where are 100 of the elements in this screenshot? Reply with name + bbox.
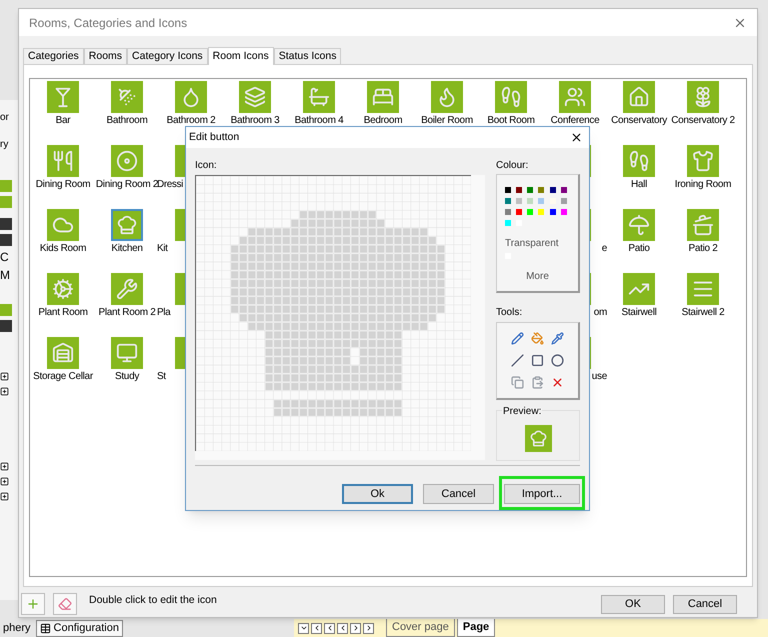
- room-icon-label: Conservatory 2: [671, 115, 735, 127]
- tab[interactable]: Category Icons: [127, 48, 208, 64]
- tab[interactable]: Categories: [23, 48, 84, 64]
- room-icon-tile[interactable]: [559, 81, 591, 113]
- room-icon-label: Kit: [157, 243, 168, 255]
- room-icon-tile[interactable]: [47, 273, 79, 305]
- dialog-button[interactable]: OK: [601, 594, 665, 614]
- ellipse-tool-icon[interactable]: [551, 354, 564, 367]
- room-icon-label: Dining Room: [36, 179, 90, 191]
- page-tab[interactable]: Cover page: [386, 619, 455, 637]
- erase-button[interactable]: [53, 593, 77, 615]
- tree-expander-icon[interactable]: [0, 387, 9, 396]
- colour-swatch[interactable]: [516, 198, 522, 204]
- tree-expander-icon[interactable]: [0, 462, 9, 471]
- room-icon-tile[interactable]: [239, 81, 271, 113]
- room-icon-tile[interactable]: [367, 81, 399, 113]
- room-icon-tile[interactable]: [111, 209, 143, 241]
- close-icon[interactable]: [570, 131, 583, 144]
- room-icon-tile[interactable]: [623, 209, 655, 241]
- room-icon-tile[interactable]: [687, 81, 719, 113]
- pencil-icon[interactable]: [510, 332, 524, 345]
- tab[interactable]: Rooms: [84, 48, 128, 64]
- tab[interactable]: Room Icons: [208, 47, 274, 65]
- more-colours-link[interactable]: More: [526, 269, 549, 284]
- nav-button[interactable]: [324, 622, 335, 634]
- colour-swatch[interactable]: [538, 209, 544, 215]
- colour-swatch[interactable]: [560, 198, 567, 204]
- room-icon-tile[interactable]: [623, 145, 655, 177]
- sidebar-icon: [0, 304, 12, 316]
- page-tab[interactable]: Page: [456, 619, 496, 637]
- room-icon-label: Boiler Room: [421, 115, 473, 127]
- room-icon-label: e: [602, 243, 607, 255]
- room-icon-tile[interactable]: [687, 209, 719, 241]
- room-icon-tile[interactable]: [687, 273, 719, 305]
- paste-icon[interactable]: [530, 376, 544, 390]
- colour-swatch[interactable]: [538, 198, 544, 204]
- room-icon-label: Study: [114, 371, 140, 383]
- room-icon-label: Plant Room: [38, 307, 88, 319]
- room-icon-tile[interactable]: [687, 145, 719, 177]
- room-icon-tile[interactable]: [111, 81, 143, 113]
- dialog-button[interactable]: Cancel: [423, 484, 494, 504]
- colour-swatch[interactable]: [505, 220, 511, 226]
- dialog-button[interactable]: Cancel: [673, 594, 737, 614]
- colour-swatch[interactable]: [527, 198, 534, 204]
- room-icon-tile[interactable]: [431, 81, 463, 113]
- copy-icon[interactable]: [510, 376, 524, 390]
- room-icon-tile[interactable]: [111, 145, 143, 177]
- bed-icon: [372, 86, 394, 108]
- colour-swatch[interactable]: [550, 209, 556, 215]
- room-icon-tile[interactable]: [47, 81, 79, 113]
- nav-button[interactable]: [350, 622, 361, 634]
- colour-swatch[interactable]: [560, 209, 567, 215]
- room-icon-tile[interactable]: [623, 81, 655, 113]
- colour-swatch[interactable]: [516, 209, 522, 215]
- line-tool-icon[interactable]: [510, 354, 524, 367]
- room-icon-tile[interactable]: [47, 145, 79, 177]
- room-icon-tile[interactable]: [47, 337, 79, 369]
- colour-swatch[interactable]: [538, 187, 544, 193]
- room-icon-tile[interactable]: [303, 81, 335, 113]
- dialog-button[interactable]: Import...: [504, 484, 580, 504]
- sidebar-icon: [0, 320, 12, 332]
- colour-swatch[interactable]: [560, 187, 567, 193]
- nav-button[interactable]: [363, 622, 374, 634]
- colour-swatch[interactable]: [527, 187, 534, 193]
- nav-button[interactable]: [298, 622, 309, 634]
- tab[interactable]: Status Icons: [274, 48, 342, 64]
- nav-button[interactable]: [337, 622, 348, 634]
- sidebar-fragment: M: [0, 267, 10, 284]
- room-icon-label: Hall: [630, 179, 648, 191]
- transparent-label: Transparent: [505, 237, 560, 251]
- tools-label: Tools:: [496, 307, 524, 319]
- colour-swatch[interactable]: [527, 209, 534, 215]
- room-icon-tile[interactable]: [47, 209, 79, 241]
- room-icon-label: Dressi: [157, 179, 183, 191]
- paint-bucket-icon[interactable]: [530, 332, 544, 345]
- dialog-button[interactable]: Ok: [342, 484, 413, 504]
- eyedropper-icon[interactable]: [551, 332, 564, 345]
- room-icon-label: Bathroom: [106, 115, 148, 127]
- room-icon-tile[interactable]: [623, 273, 655, 305]
- nav-button[interactable]: [311, 622, 322, 634]
- rectangle-tool-icon[interactable]: [530, 354, 544, 367]
- sidebar-fragment: or: [0, 111, 9, 125]
- add-button[interactable]: [21, 593, 45, 615]
- room-icon-tile[interactable]: [111, 337, 143, 369]
- room-icon-label: Bathroom 4: [294, 115, 344, 127]
- room-icon-label: Ironing Room: [674, 179, 732, 191]
- colour-swatch[interactable]: [505, 209, 511, 215]
- colour-swatch[interactable]: [505, 198, 511, 204]
- room-icon-tile[interactable]: [495, 81, 527, 113]
- colour-swatch[interactable]: [550, 187, 556, 193]
- colour-swatch[interactable]: [505, 187, 511, 193]
- room-icon-tile[interactable]: [111, 273, 143, 305]
- tree-expander-icon[interactable]: [0, 492, 9, 501]
- tree-expander-icon[interactable]: [0, 372, 9, 381]
- delete-icon[interactable]: [551, 376, 564, 390]
- storage-house-icon: [52, 342, 74, 364]
- room-icon-tile[interactable]: [175, 81, 207, 113]
- colour-swatch[interactable]: [516, 187, 522, 193]
- tree-expander-icon[interactable]: [0, 477, 9, 486]
- app-tab[interactable]: Configuration: [36, 620, 123, 637]
